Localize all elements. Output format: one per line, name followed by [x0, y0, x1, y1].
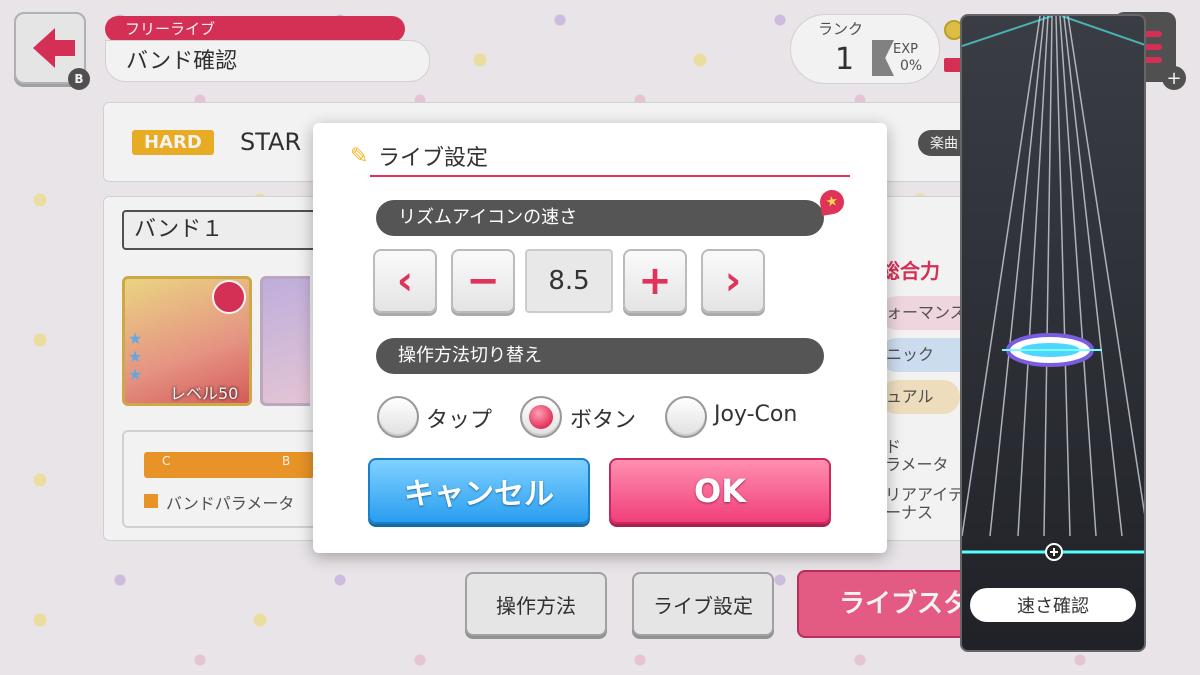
speed-increase-large-button[interactable]: ›	[701, 249, 765, 313]
speed-preview-panel	[960, 14, 1146, 652]
speed-section-header: リズムアイコンの速さ	[376, 200, 824, 236]
speed-decrease-button[interactable]: −	[451, 249, 515, 313]
radio-tap-label[interactable]: タップ	[426, 402, 492, 434]
radio-joycon[interactable]	[665, 396, 707, 438]
dialog-title: ライブ設定	[378, 146, 489, 171]
radio-joycon-label[interactable]: Joy-Con	[714, 402, 797, 427]
speed-increase-button[interactable]: +	[623, 249, 687, 313]
speed-decrease-large-button[interactable]: ‹	[373, 249, 437, 313]
pen-icon: ✎	[350, 144, 369, 169]
cancel-button[interactable]: キャンセル	[368, 458, 590, 524]
title-underline	[370, 175, 850, 177]
control-section-header: 操作方法切り替え	[376, 338, 824, 374]
note-lanes-graphic	[962, 16, 1144, 561]
ok-button[interactable]: OK	[609, 458, 831, 524]
speed-value: 8.5	[525, 249, 613, 313]
radio-button-label[interactable]: ボタン	[570, 402, 636, 434]
radio-tap[interactable]	[377, 396, 419, 438]
radio-button[interactable]	[520, 396, 562, 438]
speed-check-button[interactable]: 速さ確認	[970, 588, 1136, 622]
